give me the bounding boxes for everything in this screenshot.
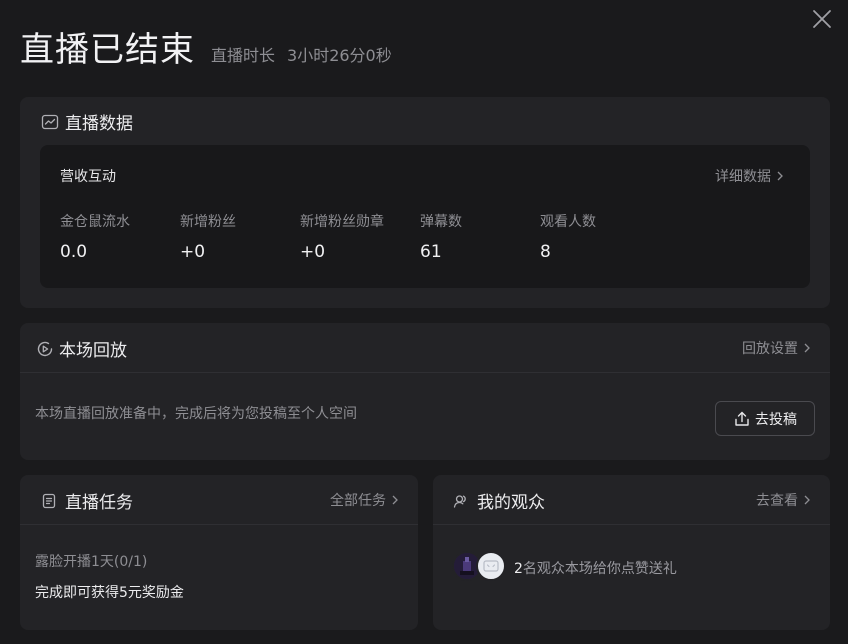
duration-label: 直播时长 — [211, 46, 276, 65]
all-tasks-label: 全部任务 — [330, 493, 386, 509]
divider — [433, 524, 830, 525]
upload-icon — [735, 411, 749, 426]
live-data-header: 直播数据 — [41, 109, 133, 134]
duration-value: 3小时26分0秒 — [287, 46, 392, 65]
users-icon — [453, 494, 466, 508]
live-task-card: 直播任务 全部任务 露脸开播1天(0/1) 完成即可获得5元奖励金 — [20, 475, 418, 630]
stat-value: 61 — [420, 242, 442, 262]
replay-card: 本场回放 回放设置 本场直播回放准备中，完成后将为您投稿至个人空间 去投稿 — [20, 323, 830, 460]
stat-label: 新增粉丝 — [180, 214, 236, 230]
detail-data-link[interactable]: 详细数据 — [715, 166, 785, 186]
stat-label: 观看人数 — [540, 214, 596, 230]
live-data-title: 直播数据 — [65, 114, 133, 134]
page-header: 直播已结束 直播时长 3小时26分0秒 — [20, 22, 392, 70]
replay-settings-link[interactable]: 回放设置 — [742, 338, 812, 358]
live-data-card: 直播数据 营收互动 详细数据 金仓鼠流水 0.0 新增粉丝 +0 新增粉丝勋章 … — [20, 97, 830, 308]
stat-value: 8 — [540, 242, 551, 262]
stat-viewers: 观看人数 8 — [540, 211, 660, 262]
audience-summary-text: 名观众本场给你点赞送礼 — [522, 561, 677, 577]
divider — [20, 524, 418, 525]
chevron-right-icon — [804, 343, 810, 353]
audience-avatars[interactable] — [452, 551, 508, 581]
chevron-right-icon — [804, 495, 810, 505]
all-tasks-link[interactable]: 全部任务 — [330, 490, 400, 510]
view-audience-link[interactable]: 去查看 — [756, 490, 812, 510]
page-title: 直播已结束 — [20, 30, 195, 70]
stat-label: 新增粉丝勋章 — [300, 214, 384, 230]
stat-gold-hamster-flow: 金仓鼠流水 0.0 — [60, 211, 180, 262]
replay-header: 本场回放 — [35, 336, 127, 361]
view-audience-label: 去查看 — [756, 493, 798, 509]
audience-card: 我的观众 去查看 2名观众本场给你点赞送礼 — [433, 475, 830, 630]
close-icon — [813, 10, 831, 28]
stat-value: +0 — [300, 242, 326, 262]
avatar[interactable] — [476, 551, 506, 581]
stat-danmaku-count: 弹幕数 61 — [420, 211, 540, 262]
live-task-header: 直播任务 — [41, 488, 133, 513]
stat-value: 0.0 — [60, 242, 88, 262]
play-circle-icon — [37, 341, 53, 356]
document-icon — [42, 493, 56, 508]
task-reward: 完成即可获得5元奖励金 — [35, 585, 184, 601]
stat-new-fan-medals: 新增粉丝勋章 +0 — [300, 211, 420, 262]
replay-title: 本场回放 — [59, 341, 127, 361]
upload-button[interactable]: 去投稿 — [715, 401, 815, 436]
revenue-interaction-panel: 营收互动 详细数据 金仓鼠流水 0.0 新增粉丝 +0 新增粉丝勋章 +0 弹幕… — [40, 145, 810, 288]
stat-label: 弹幕数 — [420, 214, 462, 230]
close-button[interactable] — [810, 7, 834, 31]
audience-count: 2 — [514, 561, 523, 577]
audience-header: 我的观众 — [453, 488, 545, 513]
task-name: 露脸开播1天(0/1) — [35, 554, 148, 570]
stat-new-fans: 新增粉丝 +0 — [180, 211, 300, 262]
stat-label: 金仓鼠流水 — [60, 214, 130, 230]
stat-value: +0 — [180, 242, 206, 262]
replay-settings-label: 回放设置 — [742, 341, 798, 357]
chevron-right-icon — [777, 171, 783, 181]
chevron-right-icon — [392, 495, 398, 505]
audience-title: 我的观众 — [477, 493, 545, 513]
upload-button-label: 去投稿 — [755, 411, 797, 428]
divider — [20, 372, 830, 373]
avatar-image — [483, 560, 499, 572]
revenue-interaction-title: 营收互动 — [60, 169, 116, 185]
audience-summary: 2名观众本场给你点赞送礼 — [514, 558, 677, 578]
live-task-title: 直播任务 — [65, 493, 133, 513]
replay-description: 本场直播回放准备中，完成后将为您投稿至个人空间 — [35, 406, 357, 422]
trend-chart-icon — [41, 114, 59, 129]
detail-data-label: 详细数据 — [715, 169, 771, 185]
